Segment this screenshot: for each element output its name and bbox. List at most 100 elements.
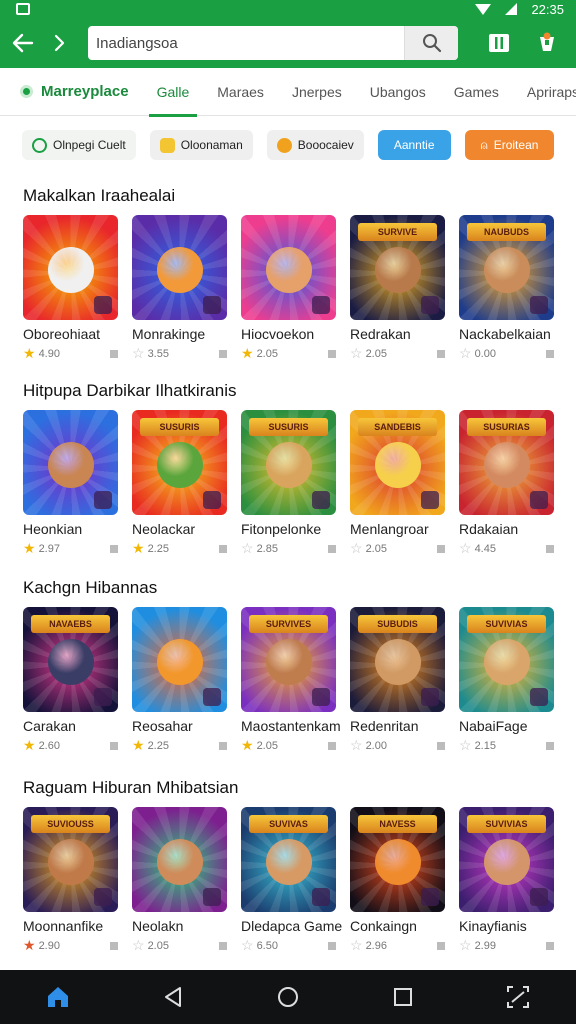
game-thumbnail[interactable] <box>23 410 118 515</box>
corner-badge <box>421 296 439 314</box>
screenshot-button[interactable] <box>488 977 548 1017</box>
options-icon[interactable] <box>219 349 227 358</box>
game-thumbnail[interactable] <box>241 215 336 320</box>
tab-games[interactable]: Games <box>454 68 499 116</box>
options-icon[interactable] <box>110 741 118 750</box>
tab-ubangos[interactable]: Ubangos <box>370 68 426 116</box>
game-card[interactable]: SUVIVIAS Kinayfianis ☆ 2.99 <box>459 807 556 954</box>
options-icon[interactable] <box>219 941 227 950</box>
chip-3[interactable]: Booocaiev <box>266 130 364 160</box>
corner-badge <box>530 296 548 314</box>
game-thumbnail[interactable]: NAVESS <box>350 807 445 912</box>
game-thumbnail[interactable]: SUVIVIAS <box>459 807 554 912</box>
game-card[interactable]: SUVIVIAS NabaiFage ☆ 2.15 <box>459 607 556 754</box>
options-icon[interactable] <box>437 544 445 553</box>
game-card[interactable]: SUSURIS Fitonpelonke ☆ 2.85 <box>241 410 338 557</box>
app-root: 22:35 Marreyplace Galle Maraes Jnerpes U… <box>0 0 576 1024</box>
game-thumbnail[interactable]: NAVAEBS <box>23 607 118 712</box>
tab-apriraps[interactable]: Apriraps <box>527 68 576 116</box>
game-thumbnail[interactable]: SURVIVE <box>350 215 445 320</box>
character-figure <box>483 441 530 488</box>
thumbnail-banner: SUVIVAS <box>249 815 328 833</box>
search-button[interactable] <box>404 26 458 60</box>
game-card[interactable]: SURVIVES Maostantenkam ★ 2.05 <box>241 607 341 754</box>
game-meta: ★ 2.05 <box>241 737 338 754</box>
options-icon[interactable] <box>110 349 118 358</box>
game-name: Fitonpelonke <box>241 521 322 537</box>
options-icon[interactable] <box>546 349 554 358</box>
forward-button[interactable] <box>46 28 72 58</box>
game-thumbnail[interactable] <box>132 215 227 320</box>
game-card[interactable]: NAUBUDS Nackabelkaian ☆ 0.00 <box>459 215 556 362</box>
game-thumbnail[interactable]: SUSURIS <box>132 410 227 515</box>
game-card[interactable]: SUBUDIS Redenritan ☆ 2.00 <box>350 607 447 754</box>
options-icon[interactable] <box>219 741 227 750</box>
home-button[interactable] <box>28 977 88 1017</box>
game-thumbnail[interactable]: SURVIVES <box>241 607 336 712</box>
game-name: Monrakinge <box>132 326 206 342</box>
character-figure <box>47 638 94 685</box>
options-icon[interactable] <box>546 544 554 553</box>
chip-2[interactable]: Oloonaman <box>149 130 253 160</box>
options-icon[interactable] <box>328 544 336 553</box>
game-card[interactable]: NAVAEBS Carakan ★ 2.60 <box>23 607 120 754</box>
game-thumbnail[interactable] <box>132 807 227 912</box>
character-figure <box>374 246 421 293</box>
star-icon: ★ <box>23 737 36 753</box>
options-icon[interactable] <box>546 941 554 950</box>
game-thumbnail[interactable] <box>132 607 227 712</box>
home-nav-button[interactable] <box>258 977 318 1017</box>
chip-5[interactable]: ⍝ Eroitean <box>464 130 555 160</box>
game-card[interactable]: Oboreohiaat ★ 4.90 <box>23 215 120 362</box>
options-icon[interactable] <box>437 741 445 750</box>
back-button[interactable] <box>10 28 36 58</box>
options-icon[interactable] <box>437 349 445 358</box>
recents-nav-button[interactable] <box>373 977 433 1017</box>
game-card[interactable]: SANDEBIS Menlangroar ☆ 2.05 <box>350 410 447 557</box>
options-icon[interactable] <box>110 941 118 950</box>
tab-jnerpes[interactable]: Jnerpes <box>292 68 342 116</box>
game-thumbnail[interactable]: SUVIVIAS <box>459 607 554 712</box>
options-icon[interactable] <box>546 741 554 750</box>
options-icon[interactable] <box>328 349 336 358</box>
filter-chips: Olnpegi Cuelt Oloonaman Booocaiev Aannti… <box>0 116 576 160</box>
gift-icon[interactable] <box>536 31 558 55</box>
game-card[interactable]: Reosahar ★ 2.25 <box>132 607 229 754</box>
game-card[interactable]: SUSURIAS Rdakaian ☆ 4.45 <box>459 410 556 557</box>
game-thumbnail[interactable]: SUVIVAS <box>241 807 336 912</box>
options-icon[interactable] <box>328 941 336 950</box>
back-nav-button[interactable] <box>143 977 203 1017</box>
chip-1[interactable]: Olnpegi Cuelt <box>22 130 136 160</box>
game-card[interactable]: NAVESS Conkaingn ☆ 2.96 <box>350 807 447 954</box>
options-icon[interactable] <box>437 941 445 950</box>
game-thumbnail[interactable]: SANDEBIS <box>350 410 445 515</box>
game-card[interactable]: Monrakinge ☆ 3.55 <box>132 215 229 362</box>
game-card[interactable]: SURVIVE Redrakan ☆ 2.05 <box>350 215 447 362</box>
tab-galle[interactable]: Galle <box>148 68 197 117</box>
game-thumbnail[interactable] <box>23 215 118 320</box>
game-thumbnail[interactable]: NAUBUDS <box>459 215 554 320</box>
tab-maraes[interactable]: Maraes <box>217 68 264 116</box>
columns-icon[interactable] <box>488 33 510 53</box>
chip-4[interactable]: Aanntie <box>377 130 451 160</box>
game-thumbnail[interactable]: SUBUDIS <box>350 607 445 712</box>
options-icon[interactable] <box>328 741 336 750</box>
game-card[interactable]: SUVIVAS Dledapca Game ☆ 6.50 <box>241 807 342 954</box>
game-thumbnail[interactable]: SUVIOUSS <box>23 807 118 912</box>
game-card[interactable]: Neolakn ☆ 2.05 <box>132 807 229 954</box>
game-card[interactable]: SUVIOUSS Moonnanfike ★ 2.90 <box>23 807 120 954</box>
search-input[interactable] <box>88 26 404 60</box>
chip-label: Eroitean <box>493 138 539 152</box>
tab-marketplace[interactable]: Marreyplace <box>20 68 129 116</box>
corner-badge <box>203 491 221 509</box>
game-card[interactable]: SUSURIS Neolackar ★ 2.25 <box>132 410 229 557</box>
game-card[interactable]: Hiocvoekon ★ 2.05 <box>241 215 338 362</box>
game-thumbnail[interactable]: SUSURIAS <box>459 410 554 515</box>
game-meta: ★ 2.25 <box>132 737 229 754</box>
game-rating: 6.50 <box>256 939 278 952</box>
options-icon[interactable] <box>219 544 227 553</box>
game-card[interactable]: Heonkian ★ 2.97 <box>23 410 120 557</box>
game-thumbnail[interactable]: SUSURIS <box>241 410 336 515</box>
options-icon[interactable] <box>110 544 118 553</box>
star-icon: ☆ <box>459 345 472 361</box>
